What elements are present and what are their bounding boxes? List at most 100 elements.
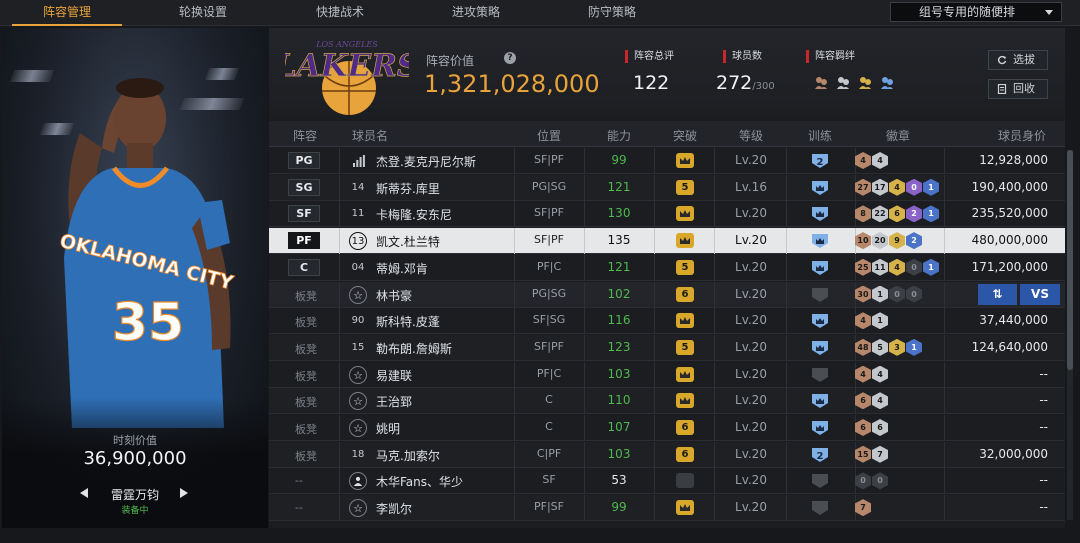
player-name[interactable]: 斯科特.皮蓬 (376, 313, 440, 330)
badge-group[interactable]: 44 (855, 365, 889, 384)
col-slot[interactable]: 阵容 (293, 127, 317, 144)
tab-lineup[interactable]: 阵容管理 (12, 0, 122, 26)
badge-group[interactable]: 15 7 (855, 445, 889, 464)
training-crown-icon[interactable] (810, 180, 830, 196)
breakthrough-crown-icon[interactable] (676, 393, 694, 409)
table-row[interactable]: C 04 蒂姆.邓肯 PF|C 121 5 Lv.20 25 11 4 0 1 171,200,000 (269, 254, 1065, 281)
svg-text:2: 2 (817, 451, 824, 462)
player-name[interactable]: 易建联 (376, 367, 412, 384)
training-locked-icon[interactable] (810, 500, 830, 516)
player-name[interactable]: 勒布朗.詹姆斯 (376, 340, 452, 357)
bond-gold-icon[interactable] (858, 76, 872, 90)
breakthrough-crown-icon[interactable] (676, 206, 694, 222)
training-locked-icon[interactable] (810, 287, 830, 303)
table-row[interactable]: 板凳 ☆ 姚明 C 107 6 Lv.20 6 6 -- (269, 415, 1065, 441)
recycle-button[interactable]: 回收 (988, 79, 1048, 99)
table-row[interactable]: -- ☆ 李凯尔 PF|SF 99 Lv.20 7 -- (269, 495, 1065, 522)
col-level[interactable]: 等级 (739, 127, 763, 144)
col-position[interactable]: 位置 (537, 127, 561, 144)
bond-bronze-icon[interactable] (814, 76, 828, 90)
table-row[interactable]: PG 杰登.麦克丹尼尔斯 SF|PF 99 Lv.20 2 4 4 12,928,000 (269, 148, 1065, 174)
training-level[interactable]: 2 (810, 153, 830, 169)
col-breakthrough[interactable]: 突破 (673, 127, 697, 144)
breakthrough-level[interactable]: 5 (676, 179, 694, 195)
help-icon[interactable]: ? (504, 52, 516, 64)
badge-group[interactable]: 27 17 4 0 1 (855, 178, 940, 197)
breakthrough-level[interactable]: 6 (676, 286, 694, 302)
equip-status: 装备中 (121, 506, 149, 516)
col-badges[interactable]: 徽章 (886, 127, 910, 144)
player-name[interactable]: 李凯尔 (376, 500, 412, 517)
badge-group[interactable]: 10 20 9 2 (855, 232, 923, 250)
player-name[interactable]: 蒂姆.邓肯 (376, 260, 428, 277)
training-level[interactable]: 2 (810, 447, 830, 463)
tab-rotation[interactable]: 轮换设置 (148, 0, 258, 26)
table-row[interactable]: -- 木华Fans、华少 SF 53 Lv.20 0 0 -- (269, 468, 1065, 495)
breakthrough-crown-icon[interactable] (676, 313, 694, 329)
badge-group[interactable]: 64 (855, 392, 889, 410)
lineup-dropdown[interactable]: 组号专用的随便排 (890, 2, 1062, 22)
table-row[interactable]: 板凳 ☆ 王治郅 C 110 Lv.20 6 4 -- (269, 388, 1065, 415)
select-button[interactable]: 选拔 (988, 50, 1048, 70)
badge-group[interactable]: 30 1 0 0 (855, 285, 923, 304)
badge-group[interactable]: 44 (855, 152, 889, 170)
table-row[interactable]: SG 14 斯蒂芬.库里 PG|SG 121 5 Lv.16 27 17 4 0 1 190,400,0… (269, 174, 1065, 201)
table-row[interactable]: 板凳 15 勒布朗.詹姆斯 SF|PF 123 5 Lv.20 48 5 3 1 124,640,00… (269, 334, 1065, 361)
tab-quick-tactics[interactable]: 快捷战术 (285, 0, 395, 26)
player-name[interactable]: 卡梅隆.安东尼 (376, 206, 452, 223)
table-row[interactable]: SF 11 卡梅隆.安东尼 SF|PF 130 Lv.20 8 22 6 2 1 235,520,00… (269, 201, 1065, 228)
swap-button[interactable]: ⇅ (978, 283, 1017, 305)
badge-group[interactable]: 7 (855, 499, 872, 517)
breakthrough-crown-icon[interactable] (676, 500, 694, 516)
training-crown-icon[interactable] (810, 313, 830, 329)
badge-group[interactable]: 8 22 6 2 1 (855, 205, 940, 223)
badge-group[interactable]: 41 (855, 312, 889, 330)
table-header: 阵容 球员名 位置 能力 突破 等级 训练 徽章 球员身价 (269, 121, 1065, 147)
bond-blue-icon[interactable] (880, 76, 894, 90)
badge-group[interactable]: 25 11 4 0 1 (855, 258, 940, 277)
player-name[interactable]: 王治郅 (376, 393, 412, 410)
breakthrough-level[interactable]: 6 (676, 446, 694, 462)
table-row[interactable]: 板凳 90 斯科特.皮蓬 SF|SG 116 Lv.20 4 1 37,440,000 (269, 308, 1065, 335)
table-row[interactable]: 板凳 18 马克.加索尔 C|PF 103 6 Lv.20 2 15 7 32,000,000 (269, 441, 1065, 468)
player-name[interactable]: 林书豪 (376, 287, 412, 304)
badge-group[interactable]: 00 (855, 472, 889, 490)
breakthrough-crown-icon[interactable] (676, 233, 694, 249)
table-row[interactable]: PF 13 凯文.杜兰特 SF|PF 135 Lv.20 10 20 9 2 480,000,000 (269, 228, 1065, 255)
training-crown-icon[interactable] (810, 233, 830, 249)
next-arrow-icon[interactable] (180, 488, 188, 498)
player-name[interactable]: 斯蒂芬.库里 (376, 180, 440, 197)
breakthrough-level[interactable]: 5 (676, 339, 694, 355)
breakthrough-level[interactable]: 6 (676, 420, 694, 435)
col-name[interactable]: 球员名 (352, 127, 388, 144)
player-name[interactable]: 杰登.麦克丹尼尔斯 (376, 153, 476, 170)
badge-group[interactable]: 66 (855, 419, 889, 437)
training-crown-icon[interactable] (810, 260, 830, 276)
badge-count: 30 (855, 285, 871, 303)
table-row[interactable]: 板凳 ☆ 林书豪 PG|SG 102 6 Lv.20 30 1 0 0 ⇅ VS (269, 281, 1065, 308)
training-crown-icon[interactable] (810, 393, 830, 409)
player-name[interactable]: 姚明 (376, 420, 400, 437)
vs-button[interactable]: VS (1020, 283, 1060, 305)
col-training[interactable]: 训练 (808, 127, 832, 144)
player-name[interactable]: 木华Fans、华少 (376, 473, 463, 490)
training-crown-icon[interactable] (810, 340, 830, 356)
badge-group[interactable]: 48 5 3 1 (855, 338, 923, 357)
col-value[interactable]: 球员身价 (998, 127, 1046, 144)
training-locked-icon[interactable] (810, 473, 830, 489)
training-crown-icon[interactable] (810, 420, 830, 436)
tab-offense[interactable]: 进攻策略 (421, 0, 531, 26)
breakthrough-crown-icon[interactable] (676, 366, 694, 382)
training-crown-icon[interactable] (810, 206, 830, 222)
breakthrough-level[interactable]: 5 (676, 259, 694, 275)
bond-silver-icon[interactable] (836, 76, 850, 90)
player-name[interactable]: 马克.加索尔 (376, 447, 440, 464)
breakthrough-crown-icon[interactable] (676, 153, 694, 168)
scrollbar-thumb[interactable] (1067, 150, 1073, 370)
training-locked-icon[interactable] (810, 367, 830, 383)
player-name[interactable]: 凯文.杜兰特 (376, 233, 440, 250)
tab-defense[interactable]: 防守策略 (557, 0, 667, 26)
recycle-button-label: 回收 (1013, 82, 1035, 95)
col-ability[interactable]: 能力 (607, 127, 631, 144)
table-row[interactable]: 板凳 ☆ 易建联 PF|C 103 Lv.20 4 4 -- (269, 361, 1065, 388)
